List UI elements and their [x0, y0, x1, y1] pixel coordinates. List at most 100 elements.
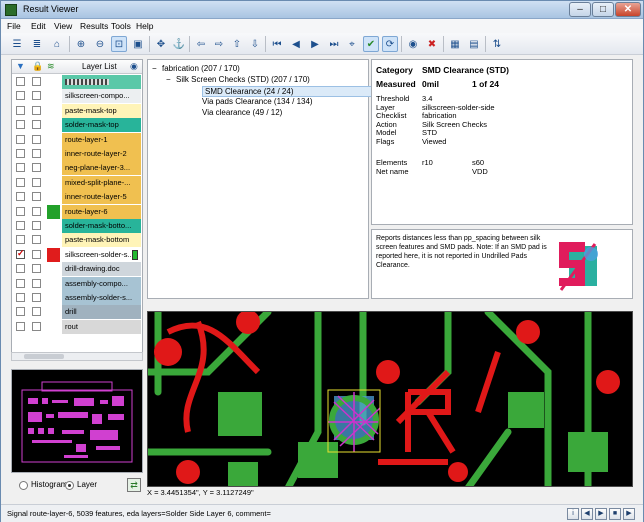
detail-list-icon[interactable]: ≣: [29, 36, 45, 52]
layer-radio[interactable]: [65, 481, 74, 490]
layer-row[interactable]: inner-route-layer-2: [12, 147, 142, 161]
layer-lock-checkbox[interactable]: [32, 264, 41, 274]
layer-lock-checkbox[interactable]: [32, 293, 41, 302]
layers-icon[interactable]: ▤: [466, 36, 482, 52]
layer-color-swatch[interactable]: [47, 204, 60, 219]
layer-visible-checkbox[interactable]: [16, 248, 25, 259]
layer-color-swatch[interactable]: [47, 247, 60, 262]
layer-visible-checkbox[interactable]: [16, 321, 25, 331]
pan-left-icon[interactable]: ⇦: [193, 36, 209, 52]
pan-right-icon[interactable]: ⇨: [211, 36, 227, 52]
layer-lock-checkbox[interactable]: [32, 206, 41, 216]
layer-lock-checkbox[interactable]: [32, 235, 41, 245]
minimize-button[interactable]: –: [569, 2, 591, 17]
layer-lock-checkbox[interactable]: [32, 105, 41, 115]
layer-lock-checkbox[interactable]: [32, 321, 41, 331]
layer-row[interactable]: assembly-solder-s...: [12, 291, 142, 305]
layer-visible-checkbox[interactable]: [16, 163, 25, 173]
layer-visible-checkbox[interactable]: [16, 264, 25, 274]
layer-row[interactable]: [12, 75, 142, 89]
layer-visible-checkbox[interactable]: [16, 105, 25, 115]
previous-result-icon[interactable]: ◀: [288, 36, 304, 52]
menu-tools[interactable]: Tools: [111, 21, 131, 31]
menu-view[interactable]: View: [54, 21, 72, 31]
select-icon[interactable]: ✥: [153, 36, 169, 52]
layer-visible-checkbox[interactable]: [16, 77, 25, 86]
layer-row[interactable]: inner-route-layer-5: [12, 190, 142, 205]
layer-row[interactable]: solder-mask-top: [12, 118, 142, 133]
tree-expander-icon[interactable]: −: [152, 64, 157, 73]
layer-lock-checkbox[interactable]: [32, 221, 41, 230]
tree-node[interactable]: Via pads Clearance (134 / 134): [202, 97, 313, 106]
layer-row[interactable]: silkscreen-solder-s...: [12, 247, 142, 262]
first-result-icon[interactable]: ⏮: [269, 36, 285, 52]
menu-results[interactable]: Results: [80, 21, 108, 31]
layer-row[interactable]: solder-mask-botto...: [12, 219, 142, 233]
layer-visible-checkbox[interactable]: [16, 206, 25, 216]
histogram-radio[interactable]: [19, 481, 28, 490]
filter-icon[interactable]: ⇅: [489, 36, 505, 52]
layer-lock-checkbox[interactable]: [32, 307, 41, 317]
zoom-in-icon[interactable]: ⊕: [73, 36, 89, 52]
play-icon[interactable]: ▶: [595, 508, 607, 520]
layer-row[interactable]: assembly-compo...: [12, 276, 142, 291]
layer-visible-checkbox[interactable]: [16, 192, 25, 202]
fit-icon[interactable]: ▣: [130, 36, 146, 52]
layer-visible-checkbox[interactable]: [16, 235, 25, 245]
menu-file[interactable]: File: [7, 21, 21, 31]
layer-visible-checkbox[interactable]: [16, 120, 25, 130]
stop-icon[interactable]: ■: [609, 508, 621, 520]
tree-node[interactable]: fabrication (207 / 170): [162, 64, 240, 73]
zoom-area-icon[interactable]: ⊡: [111, 36, 127, 52]
layer-visible-checkbox[interactable]: [16, 307, 25, 317]
layer-row[interactable]: paste-mask-top: [12, 103, 142, 118]
menu-help[interactable]: Help: [136, 21, 153, 31]
layer-visible-checkbox[interactable]: [16, 293, 25, 302]
layer-lock-checkbox[interactable]: [32, 192, 41, 202]
layer-lock-checkbox[interactable]: [32, 134, 41, 144]
layers-toggle-icon[interactable]: ≋: [47, 61, 55, 72]
menu-edit[interactable]: Edit: [31, 21, 46, 31]
tree-node[interactable]: SMD Clearance (24 / 24): [202, 86, 382, 97]
layer-list-scrollbar[interactable]: [11, 352, 143, 361]
step-back-icon[interactable]: ◀: [581, 508, 593, 520]
layer-row[interactable]: route-layer-1: [12, 132, 142, 147]
layer-lock-checkbox[interactable]: [32, 278, 41, 288]
highlight-icon[interactable]: ⌖: [344, 36, 360, 52]
tree-node[interactable]: Silk Screen Checks (STD) (207 / 170): [176, 75, 310, 84]
eye-icon[interactable]: ◉: [405, 36, 421, 52]
layer-lock-checkbox[interactable]: [32, 163, 41, 173]
layer-lock-checkbox[interactable]: [32, 91, 41, 101]
board-preview[interactable]: [11, 369, 143, 473]
anchor-icon[interactable]: ⚓: [171, 36, 187, 52]
layer-visible-checkbox[interactable]: [16, 91, 25, 101]
layer-lock-checkbox[interactable]: [32, 149, 41, 158]
layer-row[interactable]: rout: [12, 319, 142, 334]
list-view-icon[interactable]: ☰: [9, 36, 25, 52]
flag-icon[interactable]: ✖: [424, 36, 440, 52]
maximize-button[interactable]: □: [592, 2, 614, 17]
pcb-view-canvas[interactable]: [147, 311, 633, 487]
last-result-icon[interactable]: ⏭: [326, 36, 342, 52]
pan-up-icon[interactable]: ⇧: [229, 36, 245, 52]
layer-row[interactable]: silkscreen-compo...: [12, 89, 142, 104]
layer-row[interactable]: drill: [12, 305, 142, 320]
sync-view-icon[interactable]: ⇄: [127, 478, 141, 492]
step-forward-icon[interactable]: ▶: [623, 508, 635, 520]
close-button[interactable]: ✕: [615, 2, 641, 17]
layer-visible-checkbox[interactable]: [16, 221, 25, 230]
layer-visible-checkbox[interactable]: [16, 177, 25, 187]
layer-lock-checkbox[interactable]: [32, 249, 41, 259]
layer-visible-checkbox[interactable]: [16, 278, 25, 288]
eye-icon[interactable]: ◉: [130, 61, 138, 72]
next-result-icon[interactable]: ▶: [307, 36, 323, 52]
layer-visible-checkbox[interactable]: [16, 134, 25, 144]
tree-node[interactable]: Via clearance (49 / 12): [202, 108, 282, 117]
layer-row[interactable]: mixed-split-plane-...: [12, 175, 142, 190]
layer-lock-checkbox[interactable]: [32, 77, 41, 86]
layer-visible-checkbox[interactable]: [16, 149, 25, 158]
zoom-out-icon[interactable]: ⊖: [92, 36, 108, 52]
grid-icon[interactable]: ▦: [447, 36, 463, 52]
pan-down-icon[interactable]: ⇩: [247, 36, 263, 52]
layer-row[interactable]: paste-mask-bottom: [12, 233, 142, 248]
